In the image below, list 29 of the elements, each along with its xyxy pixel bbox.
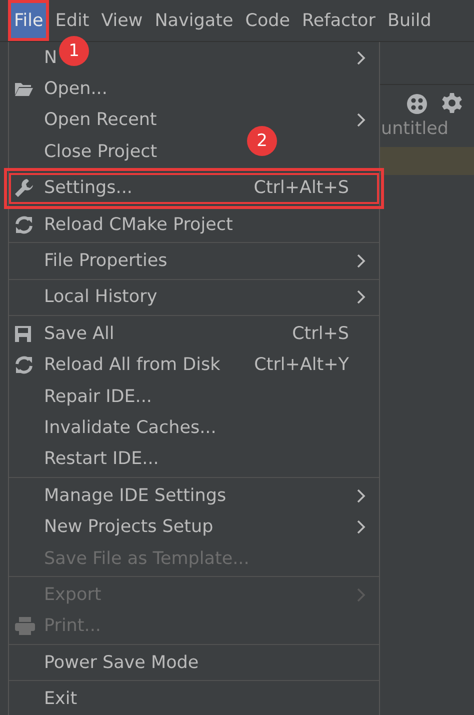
menu-bar-item[interactable]: Code — [239, 6, 296, 34]
menu-item[interactable]: Exit — [9, 683, 379, 715]
menu-item[interactable]: Invalidate Caches... — [9, 412, 379, 444]
menu-item[interactable]: Manage IDE Settings — [9, 480, 379, 512]
menu-bar-item[interactable]: View — [95, 6, 149, 34]
menu-item[interactable]: Settings... Ctrl+Alt+S — [9, 172, 379, 204]
grid-dots-icon[interactable] — [406, 93, 428, 115]
reload-icon — [14, 355, 34, 376]
menu-bar-item[interactable]: Refactor — [296, 6, 382, 34]
project-name: untitled — [380, 119, 450, 141]
menu-item[interactable]: Open... — [9, 73, 379, 105]
menu-item[interactable]: File Properties — [9, 245, 379, 277]
menu-bar-item[interactable]: Edit — [49, 6, 96, 34]
wrench-icon — [14, 178, 34, 198]
folder-icon — [14, 81, 34, 98]
menu-item[interactable]: Save All Ctrl+S — [9, 318, 379, 350]
menu-item[interactable]: Repair IDE... — [9, 380, 379, 412]
printer-icon — [14, 616, 36, 636]
settings-icon[interactable] — [442, 93, 462, 113]
menu-item[interactable]: Reload All from Disk Ctrl+Alt+Y — [9, 350, 379, 381]
menu-item[interactable]: Power Save Mode — [9, 647, 379, 678]
menu-bar-item[interactable]: Build — [381, 6, 438, 34]
reload-icon — [14, 214, 34, 235]
menu-bar-item[interactable]: Navigate — [148, 6, 240, 34]
menu-bar-item[interactable]: File — [8, 0, 50, 41]
menu-item[interactable]: Restart IDE... — [9, 444, 379, 476]
menu-item[interactable]: New Projects Setup — [9, 511, 379, 543]
menu-item[interactable]: Reload CMake Project — [9, 208, 379, 240]
menu-item[interactable]: Local History — [9, 282, 379, 314]
